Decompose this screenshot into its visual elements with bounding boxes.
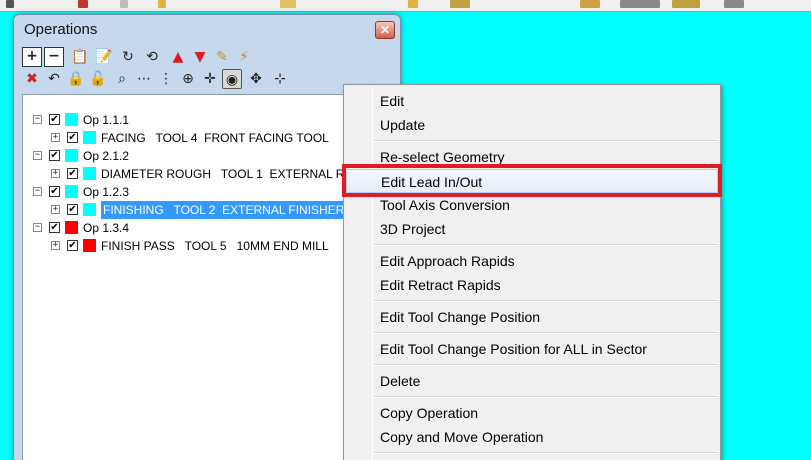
collapse-toggle-icon[interactable]: − <box>33 223 42 232</box>
color-swatch <box>65 149 78 162</box>
expand-toggle-icon[interactable]: + <box>51 205 60 214</box>
move-down-icon[interactable]: ▼ <box>190 47 210 67</box>
window-title: Operations <box>24 21 98 38</box>
menu-edit-retract-rapids[interactable]: Edit Retract Rapids <box>346 273 718 297</box>
pencil-icon[interactable]: ✎ <box>212 47 232 67</box>
menu-tool-axis-conversion[interactable]: Tool Axis Conversion <box>346 193 718 217</box>
toolbar-fragment-icon[interactable] <box>78 0 88 8</box>
color-swatch <box>83 131 96 144</box>
clipboard-icon[interactable]: 📋 <box>70 47 90 67</box>
visibility-checkbox[interactable]: ✔ <box>67 240 78 251</box>
toolbar-fragment-icon[interactable] <box>280 0 296 8</box>
delete-icon[interactable]: ✖ <box>22 69 42 89</box>
renumber-alt-icon[interactable]: ⟲ <box>142 47 162 67</box>
cross-icon[interactable]: ✛ <box>200 69 220 89</box>
renumber-icon[interactable]: ↻ <box>118 47 138 67</box>
vertical-marker-icon[interactable]: ✥ <box>246 69 266 89</box>
menu-separator <box>374 140 718 142</box>
menu-copy-move-operation[interactable]: Copy and Move Operation <box>346 425 718 449</box>
menu-separator <box>374 300 718 302</box>
visibility-checkbox[interactable]: ✔ <box>49 150 60 161</box>
menu-update[interactable]: Update <box>346 113 718 137</box>
collapse-toggle-icon[interactable]: − <box>33 151 42 160</box>
collapse-toggle-icon[interactable]: − <box>33 187 42 196</box>
notepad-icon[interactable]: 📝 <box>94 47 114 67</box>
visibility-checkbox[interactable]: ✔ <box>49 114 60 125</box>
menu-3d-project[interactable]: 3D Project <box>346 217 718 241</box>
operations-tree[interactable]: − ✔ Op 1.1.1 + ✔ FACING TOOL 4 FRONT FACING T… <box>22 94 394 460</box>
menu-separator <box>374 396 718 398</box>
menu-separator <box>374 332 718 334</box>
color-swatch <box>65 185 78 198</box>
binoculars-icon[interactable]: ⌕ <box>112 69 132 89</box>
tree-item-label[interactable]: Op 1.2.3 <box>83 183 129 201</box>
tree-item-label[interactable]: Op 1.1.1 <box>83 111 129 129</box>
tree-operation-row[interactable]: − ✔ Op 2.1.2 <box>23 147 393 165</box>
tree-item-label[interactable]: Op 1.3.4 <box>83 219 129 237</box>
app-toolbar-strip <box>0 0 811 12</box>
tree-operation-row[interactable]: − ✔ Op 1.1.1 <box>23 111 393 129</box>
toolbar-fragment-icon[interactable] <box>724 0 744 8</box>
target-icon[interactable]: ◉ <box>222 69 242 89</box>
tree-tool-row[interactable]: + ✔ FACING TOOL 4 FRONT FACING TOOL <box>23 129 393 147</box>
color-swatch <box>83 239 96 252</box>
lightning-icon[interactable]: ⚡ <box>234 47 254 67</box>
expand-toggle-icon[interactable]: + <box>51 169 60 178</box>
toolbar-fragment-icon[interactable] <box>672 0 700 8</box>
color-swatch <box>65 221 78 234</box>
toolbar-fragment-icon[interactable] <box>408 0 418 8</box>
menu-edit-lead-in-out[interactable]: Edit Lead In/Out <box>346 169 718 193</box>
tree-operation-row[interactable]: − ✔ Op 1.3.4 <box>23 219 393 237</box>
expand-all-icon[interactable]: + <box>22 47 42 67</box>
collapse-all-icon[interactable]: − <box>44 47 64 67</box>
tree-item-label[interactable]: DIAMETER ROUGH TOOL 1 EXTERNAL R <box>101 165 344 183</box>
tree-item-label[interactable]: Op 2.1.2 <box>83 147 129 165</box>
menu-separator <box>374 452 718 454</box>
toolpath-icon[interactable]: ⋯ <box>134 69 154 89</box>
visibility-checkbox[interactable]: ✔ <box>67 168 78 179</box>
menu-edit-tool-change-position[interactable]: Edit Tool Change Position <box>346 305 718 329</box>
tree-item-label[interactable]: FACING TOOL 4 FRONT FACING TOOL <box>101 129 329 147</box>
menu-edit-tool-change-position-all[interactable]: Edit Tool Change Position for ALL in Sec… <box>346 337 718 361</box>
toolbar-fragment-icon[interactable] <box>6 0 14 8</box>
toolbar-fragment-icon[interactable] <box>620 0 660 8</box>
visibility-checkbox[interactable]: ✔ <box>49 222 60 233</box>
color-swatch <box>83 167 96 180</box>
insert-icon[interactable]: ⊕ <box>178 69 198 89</box>
menu-edit[interactable]: Edit <box>346 89 718 113</box>
expand-toggle-icon[interactable]: + <box>51 133 60 142</box>
toolbar-fragment-icon[interactable] <box>158 0 166 8</box>
lock-open-icon[interactable]: 🔓 <box>88 69 108 89</box>
collapse-toggle-icon[interactable]: − <box>33 115 42 124</box>
close-icon[interactable]: ✕ <box>375 21 395 39</box>
color-swatch <box>83 203 96 216</box>
menu-reselect-geometry[interactable]: Re-select Geometry <box>346 145 718 169</box>
move-up-icon[interactable]: ▲ <box>168 47 188 67</box>
context-menu: Edit Update Re-select Geometry Edit Lead In… <box>343 84 721 460</box>
toolbar-fragment-icon[interactable] <box>120 0 128 8</box>
menu-edit-approach-rapids[interactable]: Edit Approach Rapids <box>346 249 718 273</box>
operations-toolbar: + − 📋 📝 ↻ ⟲ ▲ ▼ ✎ ⚡ ✖ ↶ 🔒 🔓 ⌕ ⋯ ⋮ ⊕ ✛ ◉ ✥ ⊹ <box>22 47 394 93</box>
horizontal-marker-icon[interactable]: ⊹ <box>270 69 290 89</box>
visibility-checkbox[interactable]: ✔ <box>67 204 78 215</box>
undo-icon[interactable]: ↶ <box>44 69 64 89</box>
toolbar-fragment-icon[interactable] <box>450 0 470 8</box>
menu-separator <box>374 244 718 246</box>
expand-toggle-icon[interactable]: + <box>51 241 60 250</box>
tree-tool-row[interactable]: + ✔ DIAMETER ROUGH TOOL 1 EXTERNAL R <box>23 165 393 183</box>
menu-delete[interactable]: Delete <box>346 369 718 393</box>
tree-tool-row[interactable]: + ✔ FINISHING TOOL 2 EXTERNAL FINISHER <box>23 201 393 219</box>
visibility-checkbox[interactable]: ✔ <box>67 132 78 143</box>
tree-tool-row[interactable]: + ✔ FINISH PASS TOOL 5 10MM END MILL <box>23 237 393 255</box>
lock-icon[interactable]: 🔒 <box>66 69 86 89</box>
menu-copy-operation[interactable]: Copy Operation <box>346 401 718 425</box>
toolbar-fragment-icon[interactable] <box>580 0 600 8</box>
tree-item-label[interactable]: FINISHING TOOL 2 EXTERNAL FINISHER <box>101 201 347 219</box>
menu-separator <box>374 364 718 366</box>
tree-item-label[interactable]: FINISH PASS TOOL 5 10MM END MILL <box>101 237 329 255</box>
color-swatch <box>65 113 78 126</box>
visibility-checkbox[interactable]: ✔ <box>49 186 60 197</box>
tree-operation-row[interactable]: − ✔ Op 1.2.3 <box>23 183 393 201</box>
toolpath-alt-icon[interactable]: ⋮ <box>156 69 176 89</box>
